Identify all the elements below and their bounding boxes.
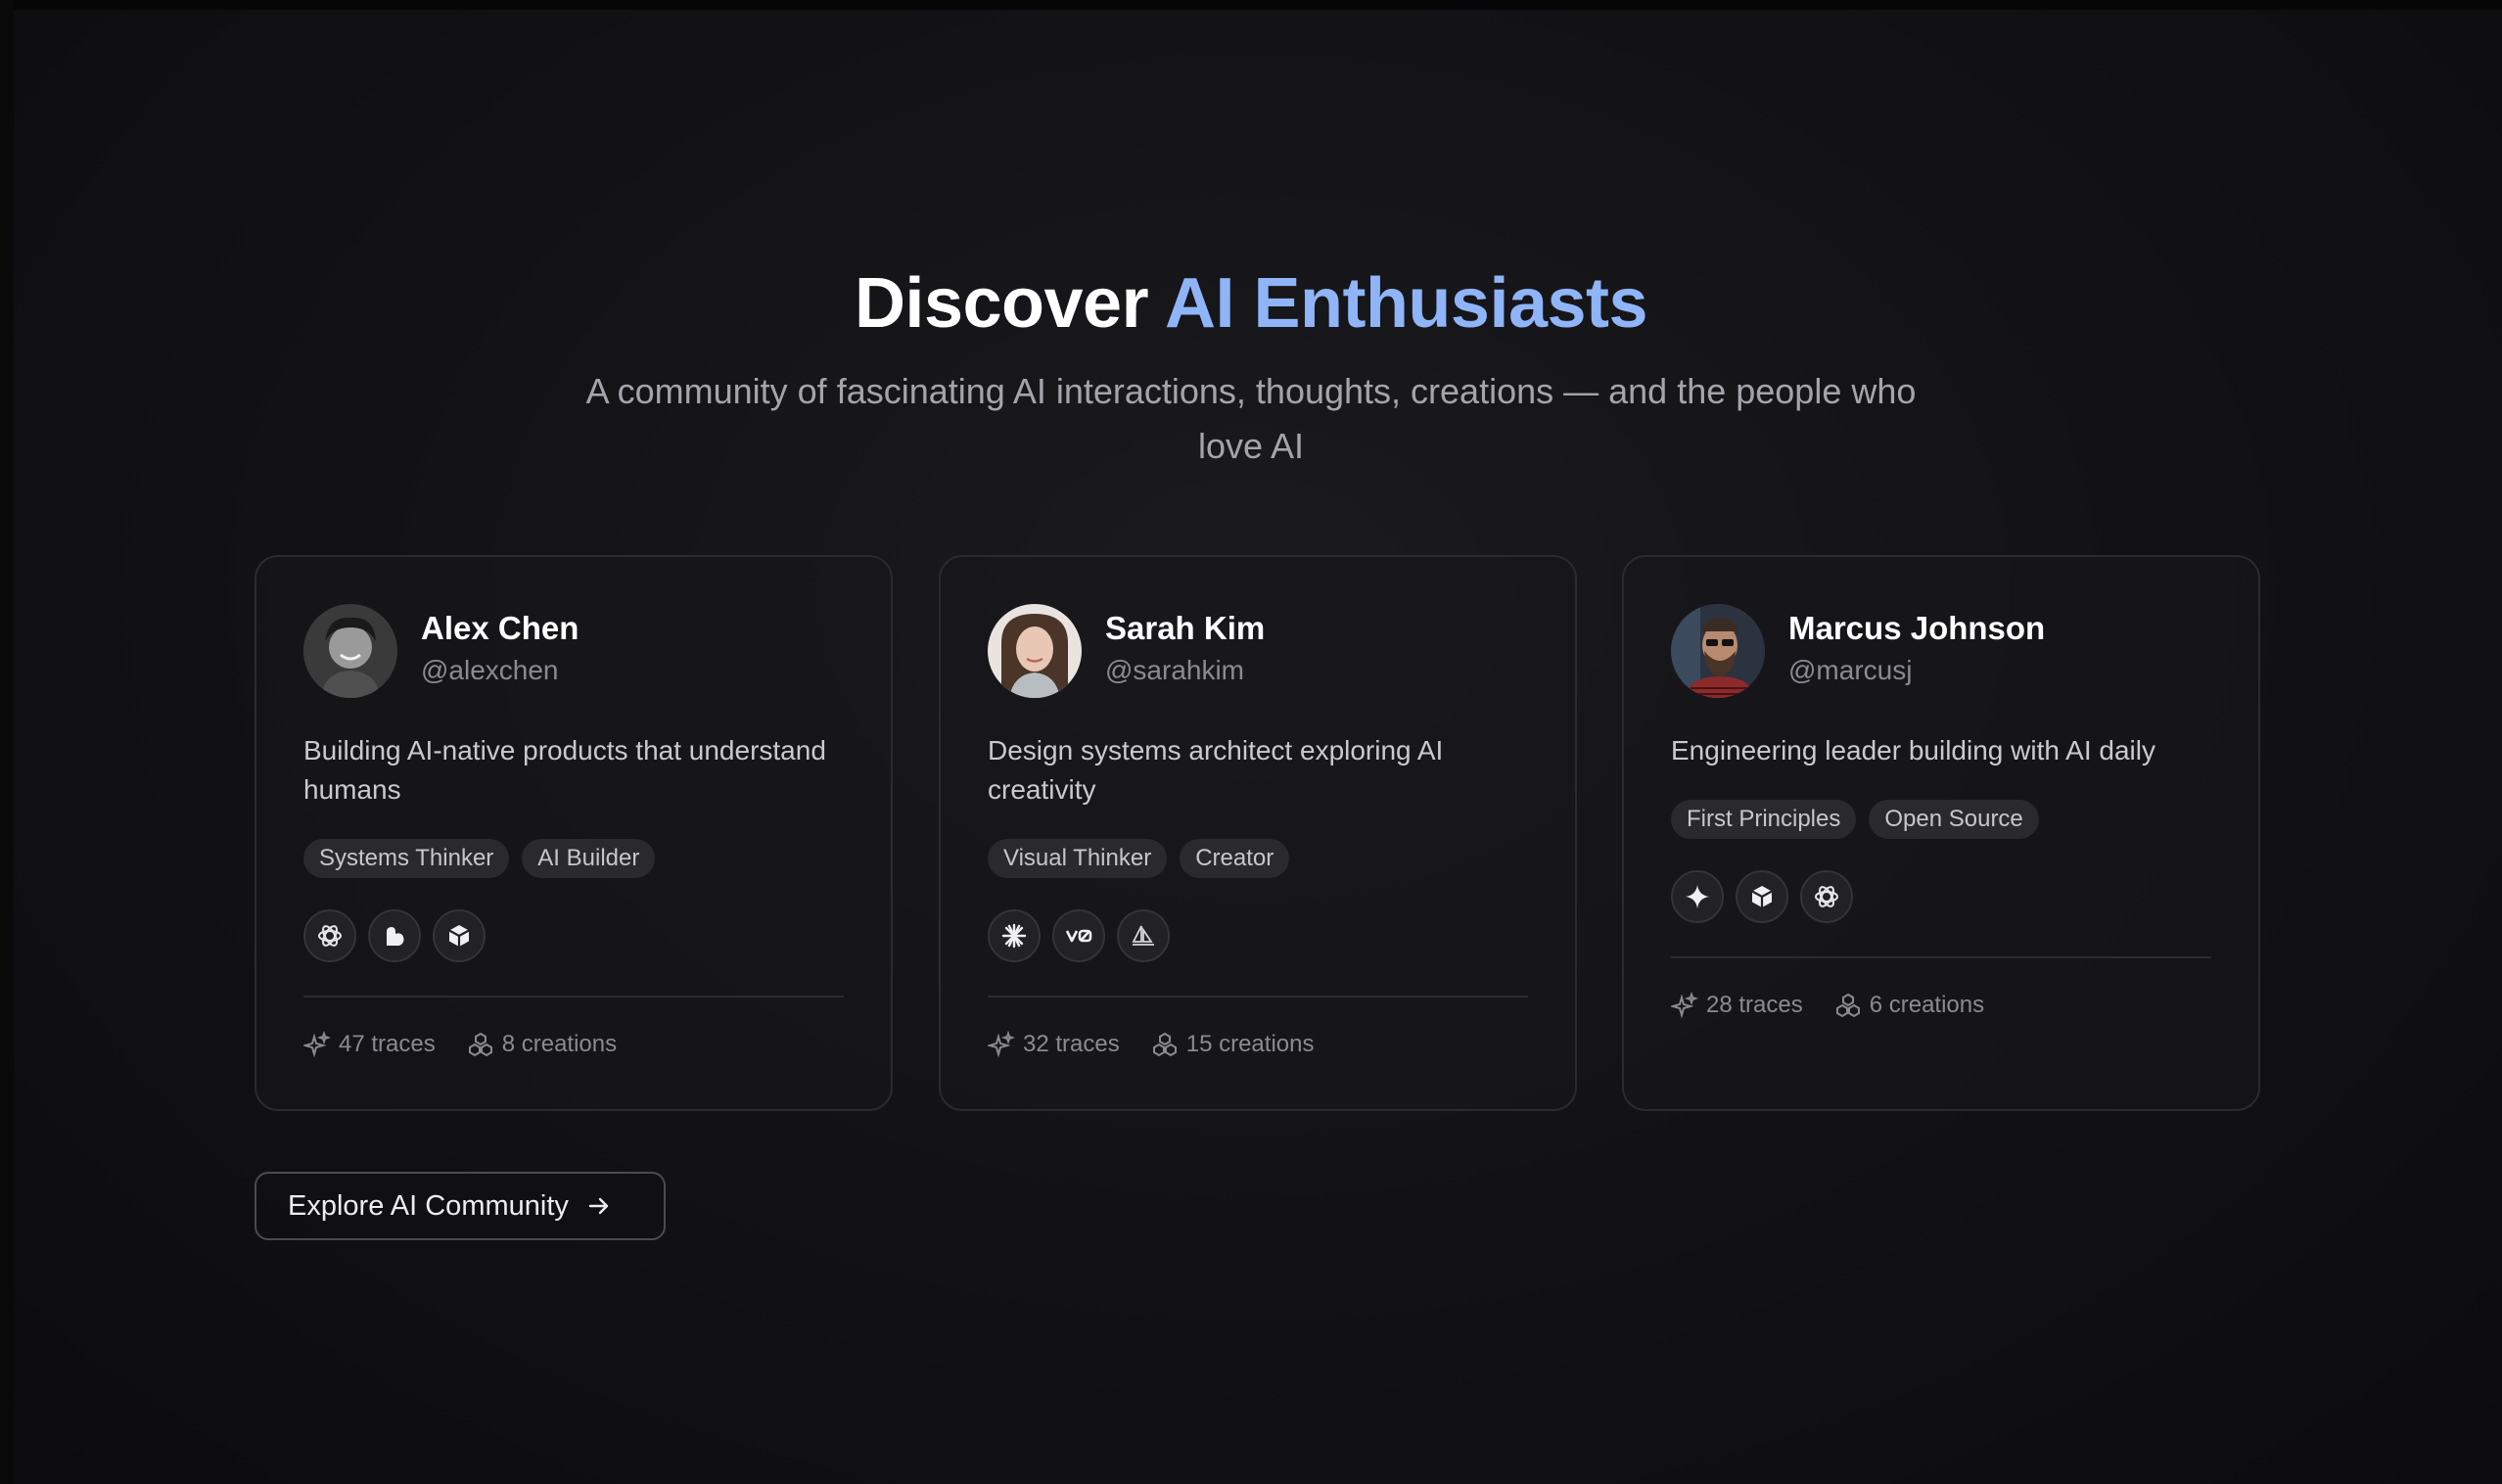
profile-handle: @alexchen [421, 655, 559, 685]
sparkles-icon [988, 1031, 1015, 1058]
traces-count: 47 traces [339, 1031, 436, 1057]
tool-list [1671, 870, 1853, 923]
tag-list: Visual Thinker Creator [988, 839, 1290, 878]
profile-stats: 32 traces 15 creations [988, 1031, 1345, 1058]
profile-stats: 28 traces 6 creations [1671, 992, 2016, 1019]
explore-button-label: Explore AI Community [288, 1189, 569, 1222]
traces-count: 32 traces [1023, 1031, 1120, 1057]
tag[interactable]: Systems Thinker [303, 839, 510, 878]
profile-stats: 47 traces 8 creations [303, 1031, 648, 1058]
profile-card-sarah-kim[interactable]: Sarah Kim @sarahkim Design systems archi… [939, 555, 1577, 1111]
profile-name[interactable]: Sarah Kim [1105, 610, 1265, 647]
profile-name[interactable]: Marcus Johnson [1788, 610, 2045, 647]
boxes-icon [1835, 993, 1860, 1018]
tag-list: Systems Thinker AI Builder [303, 839, 656, 878]
page-title: Discover AI Enthusiasts [0, 256, 2502, 350]
tag[interactable]: AI Builder [522, 839, 656, 878]
openai-icon[interactable] [303, 909, 356, 962]
creations-count: 8 creations [501, 1031, 618, 1057]
profile-handle: @sarahkim [1105, 655, 1245, 685]
cube-icon[interactable] [433, 909, 486, 962]
v0-icon[interactable] [1052, 909, 1105, 962]
avatar[interactable] [988, 604, 1082, 698]
profile-handle: @marcusj [1788, 655, 1913, 685]
arrow-right-icon [586, 1193, 612, 1219]
sparkles-icon [303, 1031, 331, 1058]
anthropic-burst-icon[interactable] [988, 909, 1041, 962]
card-divider [988, 996, 1528, 997]
profile-bio: Design systems architect exploring AI cr… [988, 735, 1444, 805]
traces-count: 28 traces [1706, 992, 1803, 1018]
claude-blob-icon[interactable] [368, 909, 421, 962]
sailboat-icon[interactable] [1117, 909, 1170, 962]
profile-bio: Engineering leader building with AI dail… [1671, 735, 2155, 765]
page-background: Discover AI Enthusiasts A community of f… [0, 0, 2502, 1484]
tag[interactable]: Open Source [1869, 800, 2039, 839]
tool-list [303, 909, 486, 962]
profile-cards: Alex Chen @alexchen Building AI-native p… [255, 555, 2260, 1111]
avatar[interactable] [1671, 604, 1765, 698]
creations-count: 6 creations [1869, 992, 1985, 1018]
creations-count: 15 creations [1185, 1031, 1315, 1057]
creations-stat[interactable]: 15 creations [1151, 1031, 1315, 1058]
boxes-icon [468, 1032, 492, 1057]
tag-list: First Principles Open Source [1671, 800, 2039, 839]
sparkle-icon[interactable] [1671, 870, 1724, 923]
page-subtitle: A community of fascinating AI interactio… [585, 371, 1917, 466]
card-divider [1671, 956, 2211, 958]
tag[interactable]: Visual Thinker [988, 839, 1168, 878]
profile-card-alex-chen[interactable]: Alex Chen @alexchen Building AI-native p… [255, 555, 893, 1111]
tag[interactable]: Creator [1180, 839, 1290, 878]
creations-stat[interactable]: 6 creations [1834, 992, 1984, 1019]
left-edge [0, 0, 14, 1484]
profile-name[interactable]: Alex Chen [421, 610, 579, 647]
traces-stat[interactable]: 47 traces [303, 1031, 436, 1058]
profile-bio: Building AI-native products that underst… [303, 735, 826, 805]
cube-icon[interactable] [1736, 870, 1788, 923]
traces-stat[interactable]: 28 traces [1671, 992, 1803, 1019]
title-accent: AI Enthusiasts [1164, 264, 1648, 343]
title-plain: Discover [854, 264, 1149, 343]
tool-list [988, 909, 1170, 962]
traces-stat[interactable]: 32 traces [988, 1031, 1120, 1058]
avatar[interactable] [303, 604, 397, 698]
profile-card-marcus-johnson[interactable]: Marcus Johnson @marcusj Engineering lead… [1622, 555, 2260, 1111]
creations-stat[interactable]: 8 creations [467, 1031, 617, 1058]
card-divider [303, 996, 844, 997]
boxes-icon [1152, 1032, 1177, 1057]
explore-community-button[interactable]: Explore AI Community [255, 1172, 666, 1240]
tag[interactable]: First Principles [1671, 800, 1857, 839]
sparkles-icon [1671, 992, 1698, 1019]
top-edge [0, 0, 2502, 10]
openai-icon[interactable] [1800, 870, 1853, 923]
